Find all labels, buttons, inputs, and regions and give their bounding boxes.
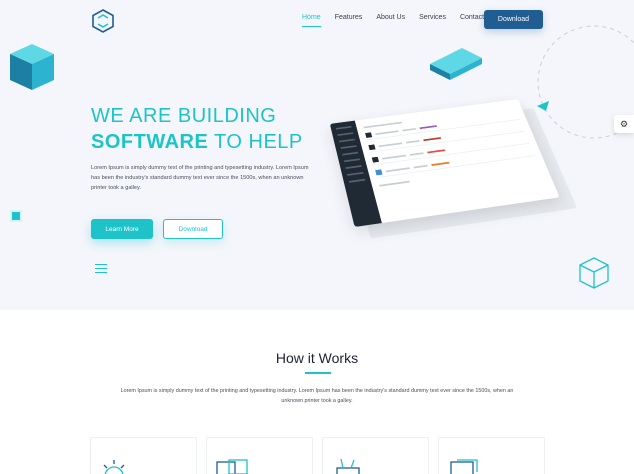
feature-card[interactable] <box>90 437 197 474</box>
block-icon <box>428 46 484 82</box>
nav-about-us[interactable]: About Us <box>376 14 405 27</box>
learn-more-button[interactable]: Learn More <box>91 219 153 239</box>
nav-home[interactable]: Home <box>302 14 321 27</box>
hero-section: Home Features About Us Services Contact … <box>0 0 634 310</box>
nav-contact[interactable]: Contact <box>460 14 484 27</box>
nav-features[interactable]: Features <box>335 14 363 27</box>
title-underline <box>305 372 331 374</box>
browser-windows-icon <box>215 458 249 474</box>
hero-description: Lorem Ipsum is simply dummy text of the … <box>91 163 313 193</box>
hero-headline-line1: WE ARE BUILDING <box>91 105 276 128</box>
design-tools-icon <box>331 458 365 474</box>
menu-icon[interactable] <box>95 264 107 274</box>
nav-services[interactable]: Services <box>419 14 446 27</box>
section-subtitle: Lorem Ipsum is simply dummy text of the … <box>117 386 517 406</box>
sun-icon <box>99 458 129 474</box>
hero-download-button[interactable]: Download <box>163 219 223 239</box>
main-nav: Home Features About Us Services Contact <box>302 14 498 27</box>
cube-icon <box>8 42 56 92</box>
square-decoration <box>12 212 20 220</box>
hero-headline-bold: SOFTWARE <box>91 131 208 153</box>
layers-icon <box>447 458 481 474</box>
feature-card[interactable] <box>438 437 545 474</box>
feature-card[interactable] <box>206 437 313 474</box>
settings-icon[interactable]: ⚙ <box>614 115 634 133</box>
section-title: How it Works <box>0 350 634 366</box>
hero-headline-rest: TO HELP <box>208 131 302 153</box>
wireframe-cube-icon <box>577 256 611 290</box>
feature-card[interactable] <box>322 437 429 474</box>
landing-page: Home Features About Us Services Contact … <box>0 0 634 474</box>
hero-headline-line2: SOFTWARE TO HELP <box>91 131 303 154</box>
logo-icon[interactable] <box>90 8 116 34</box>
